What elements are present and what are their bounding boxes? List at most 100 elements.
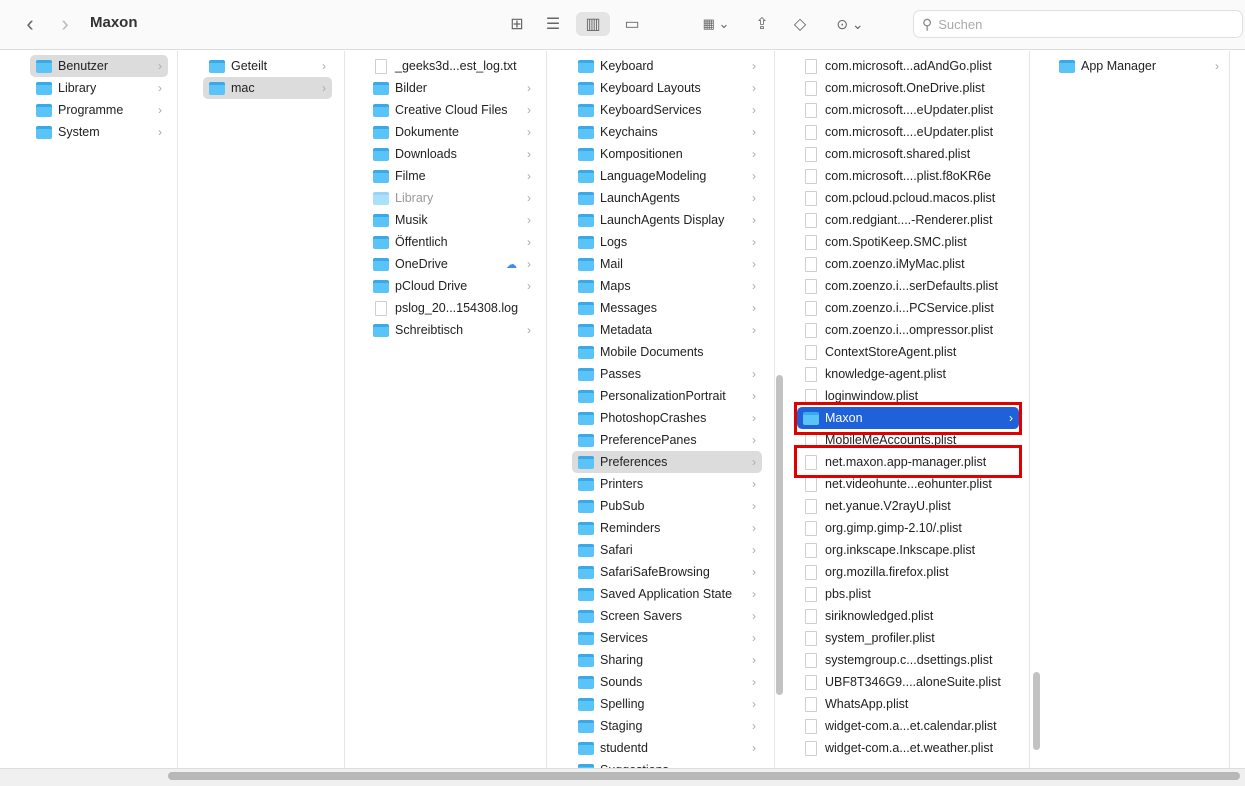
folder-item[interactable]: System › [30,121,168,143]
folder-item[interactable]: Safari › [572,539,762,561]
more-button[interactable]: ⊙ ⌄ [830,12,870,36]
folder-item[interactable]: Services › [572,627,762,649]
folder-item[interactable]: Geteilt › [203,55,332,77]
folder-item[interactable]: Saved Application State › [572,583,762,605]
folder-item[interactable]: Keyboard Layouts › [572,77,762,99]
file-item[interactable]: com.zoenzo.i...serDefaults.plist [797,275,1019,297]
folder-item[interactable]: Öffentlich › [367,231,537,253]
folder-item[interactable]: Sounds › [572,671,762,693]
icon-view-button[interactable]: ⊞ [505,12,529,36]
folder-item[interactable]: Metadata › [572,319,762,341]
folder-item[interactable]: Keychains › [572,121,762,143]
folder-item[interactable]: Keyboard › [572,55,762,77]
file-item[interactable]: com.zoenzo.i...ompressor.plist [797,319,1019,341]
item-label: com.microsoft....eUpdater.plist [825,125,994,139]
file-item[interactable]: com.redgiant....-Renderer.plist [797,209,1019,231]
folder-item[interactable]: Reminders › [572,517,762,539]
file-item[interactable]: siriknowledged.plist [797,605,1019,627]
file-item[interactable]: WhatsApp.plist [797,693,1019,715]
file-item[interactable]: com.zoenzo.iMyMac.plist [797,253,1019,275]
folder-item[interactable]: Creative Cloud Files › [367,99,537,121]
file-item[interactable]: org.mozilla.firefox.plist [797,561,1019,583]
folder-item[interactable]: Downloads › [367,143,537,165]
file-item[interactable]: org.inkscape.Inkscape.plist [797,539,1019,561]
folder-item[interactable]: Library › [367,187,537,209]
file-item[interactable]: com.microsoft...adAndGo.plist [797,55,1019,77]
folder-item[interactable]: Passes › [572,363,762,385]
file-item[interactable]: widget-com.a...et.weather.plist [797,737,1019,759]
search-input[interactable]: ⚲ Suchen [913,10,1243,38]
folder-item[interactable]: PersonalizationPortrait › [572,385,762,407]
horizontal-scrollbar[interactable] [168,772,1240,780]
file-item[interactable]: com.microsoft....plist.f8oKR6e [797,165,1019,187]
folder-item[interactable]: Logs › [572,231,762,253]
folder-item[interactable]: App Manager › [1053,55,1225,77]
folder-item[interactable]: Spelling › [572,693,762,715]
folder-item[interactable]: Sharing › [572,649,762,671]
file-item[interactable]: com.microsoft.shared.plist [797,143,1019,165]
column-scrollbar[interactable] [776,375,783,695]
folder-item[interactable]: pCloud Drive › [367,275,537,297]
folder-item[interactable]: OneDrive ☁ › [367,253,537,275]
folder-item[interactable]: LaunchAgents › [572,187,762,209]
folder-item[interactable]: Filme › [367,165,537,187]
chevron-right-icon: › [752,719,756,733]
column-scrollbar[interactable] [1033,672,1040,750]
folder-item[interactable]: studentd › [572,737,762,759]
group-button[interactable]: ▦ ⌄ [695,12,737,36]
file-item[interactable]: pslog_20...154308.log [367,297,537,319]
folder-item[interactable]: Library › [30,77,168,99]
column-view-button[interactable]: ▥ [576,12,610,36]
column-1: Benutzer › Library › Programme › System › [20,51,178,769]
folder-item[interactable]: Kompositionen › [572,143,762,165]
chevron-right-icon: › [752,191,756,205]
folder-item[interactable]: Mail › [572,253,762,275]
folder-item[interactable]: PubSub › [572,495,762,517]
folder-item[interactable]: KeyboardServices › [572,99,762,121]
folder-item[interactable]: PhotoshopCrashes › [572,407,762,429]
folder-item[interactable]: Benutzer › [30,55,168,77]
file-item[interactable]: net.yanue.V2rayU.plist [797,495,1019,517]
folder-item[interactable]: Preferences › [572,451,762,473]
file-item[interactable]: widget-com.a...et.calendar.plist [797,715,1019,737]
folder-item[interactable]: LanguageModeling › [572,165,762,187]
file-item[interactable]: pbs.plist [797,583,1019,605]
folder-icon [373,125,389,139]
folder-item[interactable]: Screen Savers › [572,605,762,627]
folder-item[interactable]: Mobile Documents [572,341,762,363]
item-label: PersonalizationPortrait [600,389,726,403]
folder-item[interactable]: Staging › [572,715,762,737]
file-item[interactable]: com.microsoft....eUpdater.plist [797,121,1019,143]
folder-item[interactable]: LaunchAgents Display › [572,209,762,231]
folder-item[interactable]: PreferencePanes › [572,429,762,451]
file-item[interactable]: knowledge-agent.plist [797,363,1019,385]
tag-button[interactable]: ◇ [788,12,812,36]
file-item[interactable]: _geeks3d...est_log.txt [367,55,537,77]
file-item[interactable]: com.SpotiKeep.SMC.plist [797,231,1019,253]
share-button[interactable]: ⇪ [750,12,774,36]
file-item[interactable]: ContextStoreAgent.plist [797,341,1019,363]
folder-item[interactable]: Printers › [572,473,762,495]
folder-item[interactable]: Maps › [572,275,762,297]
folder-item[interactable]: Dokumente › [367,121,537,143]
file-item[interactable]: com.zoenzo.i...PCService.plist [797,297,1019,319]
file-item[interactable]: org.gimp.gimp-2.10/.plist [797,517,1019,539]
folder-item[interactable]: Programme › [30,99,168,121]
file-item[interactable]: system_profiler.plist [797,627,1019,649]
folder-item[interactable]: Musik › [367,209,537,231]
forward-button[interactable]: › [55,11,75,36]
folder-item[interactable]: SafariSafeBrowsing › [572,561,762,583]
back-button[interactable]: ‹ [20,11,40,36]
file-icon [805,564,817,580]
folder-item[interactable]: Schreibtisch › [367,319,537,341]
folder-item[interactable]: mac › [203,77,332,99]
file-item[interactable]: com.microsoft.OneDrive.plist [797,77,1019,99]
folder-item[interactable]: Bilder › [367,77,537,99]
file-item[interactable]: com.pcloud.pcloud.macos.plist [797,187,1019,209]
file-item[interactable]: systemgroup.c...dsettings.plist [797,649,1019,671]
file-item[interactable]: com.microsoft....eUpdater.plist [797,99,1019,121]
file-item[interactable]: UBF8T346G9....aloneSuite.plist [797,671,1019,693]
list-view-button[interactable]: ☰ [540,12,566,36]
gallery-view-button[interactable]: ▭ [618,12,646,36]
folder-item[interactable]: Messages › [572,297,762,319]
